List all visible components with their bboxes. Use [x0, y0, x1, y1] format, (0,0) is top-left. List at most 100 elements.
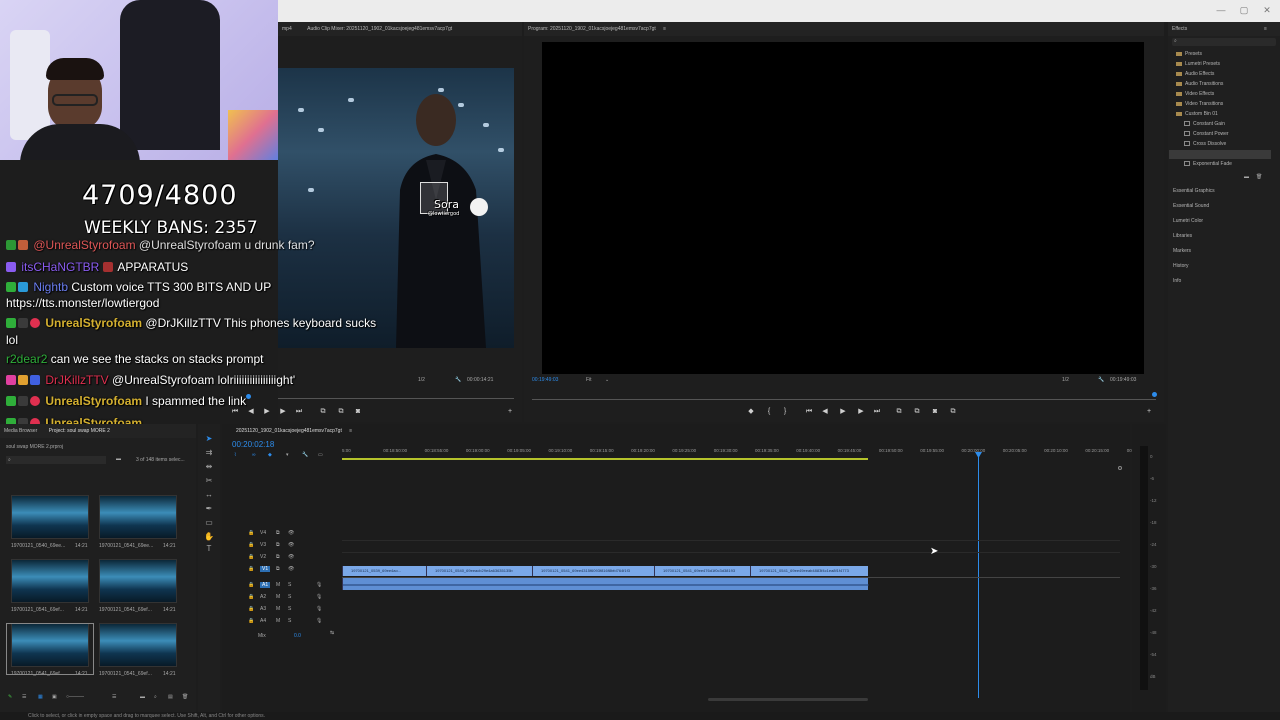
lift-icon[interactable]: ⧉ — [894, 407, 904, 417]
program-add-button-icon[interactable]: + — [1144, 407, 1154, 417]
microphone-icon[interactable]: 🎙 — [316, 594, 322, 600]
step-forward-icon[interactable]: ▶ — [856, 407, 866, 417]
go-to-out-icon[interactable]: ⏭ — [872, 407, 882, 417]
panel-section-header[interactable]: Lumetri Color — [1173, 218, 1203, 224]
track-label[interactable]: A1 — [260, 582, 271, 588]
pencil-icon[interactable]: ✎ — [8, 694, 12, 700]
track-scroll-handle[interactable] — [1118, 466, 1122, 470]
captions-icon[interactable]: ▭ — [318, 452, 323, 458]
minimize-icon[interactable]: — — [1210, 2, 1232, 18]
mark-out-icon[interactable]: } — [780, 407, 790, 417]
microphone-icon[interactable]: 🎙 — [316, 606, 322, 612]
source-overwrite-icon[interactable]: ⧉ — [336, 407, 346, 417]
audio-clip-mixer-tab[interactable]: Audio Clip Mixer: 20251120_1902_01kacsjo… — [307, 26, 452, 32]
panel-section-header[interactable]: Essential Sound — [1173, 203, 1209, 209]
panel-menu-icon[interactable]: ≡ — [663, 26, 666, 32]
lock-icon[interactable]: 🔒 — [248, 554, 254, 560]
source-insert-icon[interactable]: ⧉ — [318, 407, 328, 417]
timeline-timecode[interactable]: 00:20:02:18 — [232, 440, 274, 449]
lock-icon[interactable]: 🔒 — [248, 542, 254, 548]
effects-folder[interactable]: Lumetri Presets — [1176, 61, 1220, 67]
audio-track-header[interactable]: 🔒 A4 M S 🎙 — [230, 618, 340, 628]
solo-icon[interactable]: S — [288, 582, 291, 588]
list-view-icon[interactable]: ☰ — [22, 694, 26, 700]
eye-icon[interactable]: 👁 — [288, 554, 294, 560]
effects-folder[interactable]: Audio Effects — [1176, 71, 1214, 77]
audio-clip[interactable] — [342, 578, 869, 590]
media-browser-tab[interactable]: Media Browser — [4, 428, 37, 434]
timeline-playhead[interactable] — [978, 454, 979, 698]
panel-section-header[interactable]: Libraries — [1173, 233, 1192, 239]
work-area-bar[interactable] — [342, 458, 868, 460]
program-tab[interactable]: Program: 20251120_1902_01kacsjoejeg481em… — [528, 26, 656, 32]
video-track-header[interactable]: 🔒 V1 ⧉ 👁 — [230, 566, 340, 576]
sort-icon[interactable]: ☰ — [112, 694, 116, 700]
video-track-header[interactable]: 🔒 V4 ⧉ 👁 — [230, 530, 340, 540]
marker-icon[interactable]: ▾ — [286, 452, 289, 458]
ripple-edit-tool-icon[interactable]: ⇹ — [204, 462, 214, 472]
mark-in-icon[interactable]: { — [764, 407, 774, 417]
track-label[interactable]: A2 — [260, 594, 266, 600]
search-icon[interactable]: ⌕ — [154, 694, 157, 700]
timeline-zoom-scrollbar[interactable] — [708, 698, 868, 701]
effects-tab[interactable]: Effects — [1172, 26, 1187, 32]
video-track-header[interactable]: 🔒 V2 ⧉ 👁 — [230, 554, 340, 564]
selection-tool-icon[interactable]: ➤ — [204, 434, 214, 444]
effects-item[interactable]: Cross Dissolve — [1184, 141, 1226, 147]
track-select-tool-icon[interactable]: ⇉ — [204, 448, 214, 458]
clip-thumbnail[interactable] — [99, 495, 177, 539]
track-label[interactable]: V3 — [260, 542, 266, 548]
sync-lock-icon[interactable]: ⧉ — [276, 566, 280, 572]
effects-folder[interactable]: Video Transitions — [1176, 101, 1223, 107]
sync-lock-icon[interactable]: ⧉ — [276, 530, 280, 536]
microphone-icon[interactable]: 🎙 — [316, 582, 322, 588]
zoom-slider[interactable]: ○——— — [66, 694, 84, 700]
mute-icon[interactable]: M — [276, 582, 280, 588]
project-search-input[interactable]: ⌕ — [6, 456, 106, 464]
track-label[interactable]: A3 — [260, 606, 266, 612]
panel-menu-icon[interactable]: ≡ — [349, 428, 352, 434]
extract-icon[interactable]: ⧉ — [912, 407, 922, 417]
source-tab[interactable]: mp4 — [282, 26, 292, 32]
track-label[interactable]: V1 — [260, 566, 271, 572]
lock-icon[interactable]: 🔒 — [248, 606, 254, 612]
play-icon[interactable]: ▶ — [838, 407, 848, 417]
solo-icon[interactable]: S — [288, 594, 291, 600]
new-bin-icon[interactable]: ▬ — [1244, 174, 1249, 180]
track-label[interactable]: V2 — [260, 554, 266, 560]
clip-thumbnail[interactable] — [99, 623, 177, 667]
type-tool-icon[interactable]: T — [204, 544, 214, 554]
source-camera-icon[interactable]: ◙ — [353, 407, 363, 417]
wrench-icon[interactable]: 🔧 — [1098, 377, 1104, 383]
effects-item[interactable]: Constant Gain — [1184, 121, 1225, 127]
wrench-icon[interactable]: 🔧 — [302, 452, 308, 458]
effects-folder[interactable]: Audio Transitions — [1176, 81, 1223, 87]
lock-icon[interactable]: 🔒 — [248, 594, 254, 600]
add-marker-icon[interactable]: ◆ — [746, 407, 756, 417]
effects-item[interactable]: Exponential Fade — [1184, 161, 1232, 167]
add-marker-icon[interactable]: ◆ — [268, 452, 272, 458]
slip-tool-icon[interactable]: ↔ — [204, 490, 214, 500]
panel-section-header[interactable]: Essential Graphics — [1173, 188, 1215, 194]
wrench-icon[interactable]: 🔧 — [455, 377, 461, 383]
lock-icon[interactable]: 🔒 — [248, 618, 254, 624]
freeform-view-icon[interactable]: ▣ — [52, 694, 57, 700]
video-clip[interactable]: 19700121_0540_69eeacb29e4a63635135b — [426, 566, 532, 576]
lock-icon[interactable]: 🔒 — [248, 530, 254, 536]
export-frame-icon[interactable]: ◙ — [930, 407, 940, 417]
video-clip[interactable]: 19700121_0539_69ee4ao... — [342, 566, 426, 576]
eye-icon[interactable]: 👁 — [288, 530, 294, 536]
video-track-header[interactable]: 🔒 V3 ⧉ 👁 — [230, 542, 340, 552]
pen-tool-icon[interactable]: ✒ — [204, 504, 214, 514]
video-clip[interactable]: 19700121_0541_69ee4315f6093f816f8bfd764f… — [532, 566, 654, 576]
program-scrub-bar[interactable] — [532, 399, 1156, 400]
go-to-in-icon[interactable]: ⏮ — [804, 407, 814, 417]
mix-value[interactable]: 0.0 — [294, 633, 301, 639]
track-label[interactable]: A4 — [260, 618, 266, 624]
panel-section-header[interactable]: Markers — [1173, 248, 1191, 254]
trash-icon[interactable]: 🗑 — [182, 694, 188, 700]
clip-thumbnail[interactable] — [11, 559, 89, 603]
lock-icon[interactable]: 🔒 — [248, 582, 254, 588]
eye-icon[interactable]: 👁 — [288, 566, 294, 572]
source-page-scale[interactable]: 1/2 — [418, 377, 425, 383]
